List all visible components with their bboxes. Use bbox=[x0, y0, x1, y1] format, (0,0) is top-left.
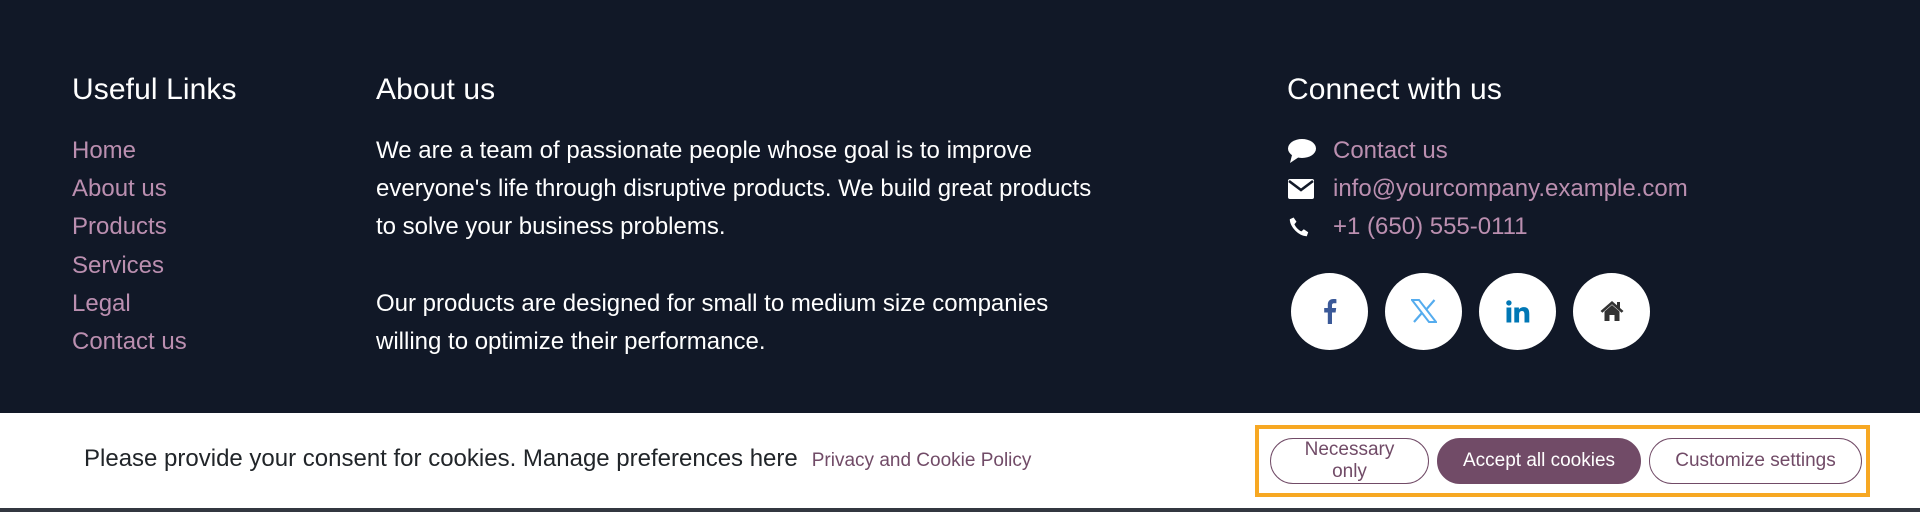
useful-links-title: Useful Links bbox=[72, 73, 237, 106]
link-products[interactable]: Products bbox=[72, 208, 237, 246]
linkedin-icon bbox=[1505, 299, 1529, 323]
connect-item-phone: +1 (650) 555-0111 bbox=[1287, 208, 1688, 246]
useful-links-list: Home About us Products Services Legal Co… bbox=[72, 132, 237, 361]
privacy-policy-link[interactable]: Privacy and Cookie Policy bbox=[812, 445, 1032, 477]
phone-icon bbox=[1287, 215, 1319, 239]
cookie-message: Please provide your consent for cookies.… bbox=[84, 445, 798, 472]
useful-links-section: Useful Links Home About us Products Serv… bbox=[72, 70, 237, 361]
connect-section: Connect with us Contact us info@yourcomp… bbox=[1287, 70, 1688, 350]
connect-item-email: info@yourcompany.example.com bbox=[1287, 170, 1688, 208]
about-section: About us We are a team of passionate peo… bbox=[376, 70, 1096, 399]
email-link[interactable]: info@yourcompany.example.com bbox=[1333, 170, 1688, 208]
envelope-icon bbox=[1287, 177, 1319, 201]
home-button[interactable] bbox=[1573, 272, 1650, 350]
connect-item-contact: Contact us bbox=[1287, 132, 1688, 170]
link-legal[interactable]: Legal bbox=[72, 285, 237, 323]
about-paragraph: Our products are designed for small to m… bbox=[376, 289, 1049, 355]
phone-link[interactable]: +1 (650) 555-0111 bbox=[1333, 208, 1528, 246]
necessary-only-button[interactable]: Necessary only bbox=[1270, 438, 1429, 484]
link-home[interactable]: Home bbox=[72, 132, 237, 170]
cookie-buttons-highlight: Necessary only Accept all cookies Custom… bbox=[1255, 425, 1870, 497]
customize-settings-button[interactable]: Customize settings bbox=[1649, 438, 1862, 484]
x-twitter-icon bbox=[1410, 299, 1437, 324]
facebook-icon bbox=[1323, 299, 1336, 325]
linkedin-button[interactable] bbox=[1479, 272, 1556, 350]
link-services[interactable]: Services bbox=[72, 247, 237, 285]
facebook-button[interactable] bbox=[1291, 272, 1368, 350]
connect-title: Connect with us bbox=[1287, 73, 1502, 106]
home-icon bbox=[1600, 301, 1623, 322]
link-contact-us[interactable]: Contact us bbox=[72, 323, 237, 361]
social-links bbox=[1291, 272, 1688, 350]
page-bottom-edge bbox=[0, 508, 1920, 512]
footer: Useful Links Home About us Products Serv… bbox=[0, 0, 1920, 413]
about-title: About us bbox=[376, 73, 496, 106]
cookie-message-container: Please provide your consent for cookies.… bbox=[84, 443, 1031, 477]
about-paragraph: We are a team of passionate people whose… bbox=[376, 137, 1092, 241]
x-twitter-button[interactable] bbox=[1385, 272, 1462, 350]
link-about-us[interactable]: About us bbox=[72, 170, 237, 208]
contact-us-link[interactable]: Contact us bbox=[1333, 132, 1448, 170]
comment-icon bbox=[1287, 139, 1319, 164]
accept-all-cookies-button[interactable]: Accept all cookies bbox=[1437, 438, 1641, 484]
